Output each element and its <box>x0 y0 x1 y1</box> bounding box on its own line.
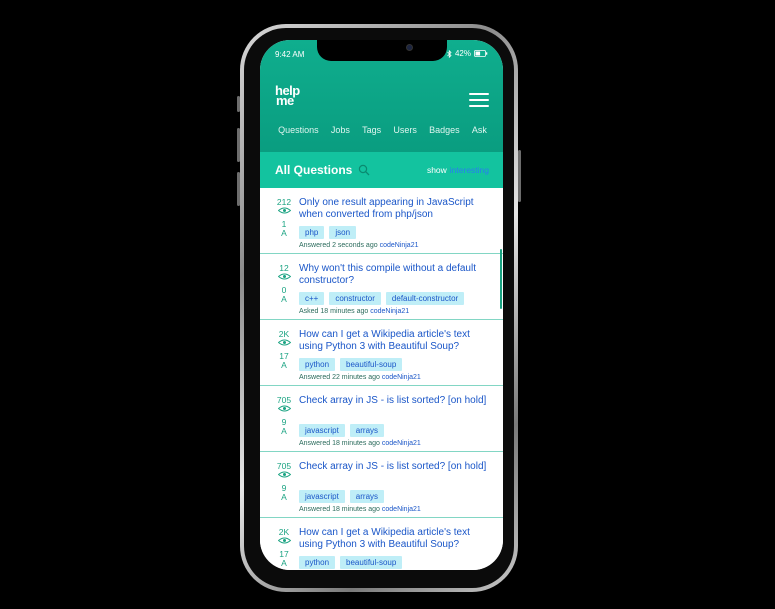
answer-label: A <box>281 426 287 436</box>
tag-cpp[interactable]: c++ <box>299 292 325 305</box>
section-title: All Questions <box>275 163 353 177</box>
meta-user-link[interactable]: codeNinja21 <box>382 506 421 513</box>
question-stats: 705 9 A <box>274 396 294 436</box>
nav-tags[interactable]: Tags <box>362 125 381 135</box>
view-count: 2K <box>278 527 290 537</box>
question-tags: python beautiful-soup <box>299 556 403 569</box>
search-icon[interactable] <box>358 164 370 176</box>
tag-json[interactable]: json <box>329 226 357 239</box>
answer-label: A <box>281 492 287 502</box>
question-item: 705 9 A Check array in JS - is list sort… <box>260 386 503 452</box>
nav-badges[interactable]: Badges <box>429 125 460 135</box>
tag-default-constructor[interactable]: default-constructor <box>385 292 465 305</box>
show-interesting-link[interactable]: interesting <box>450 165 489 175</box>
question-stats: 12 0 A <box>274 264 294 304</box>
tag-beautiful-soup[interactable]: beautiful-soup <box>340 358 403 371</box>
phone-screen: 9:42 AM 42% help me Questions Jobs Tags … <box>260 40 503 570</box>
main-nav: Questions Jobs Tags Users Badges Ask <box>260 125 503 135</box>
tag-php[interactable]: php <box>299 226 325 239</box>
view-count: 212 <box>276 197 292 207</box>
show-label: show <box>426 165 447 175</box>
answer-label: A <box>281 228 287 238</box>
question-meta: Asked 18 minutes ago codeNinja21 <box>299 308 409 315</box>
meta-user-link[interactable]: codeNinja21 <box>370 308 409 315</box>
battery-icon <box>474 50 488 57</box>
helpme-logo[interactable]: help me <box>275 84 300 107</box>
show-filter: show interesting <box>427 165 489 175</box>
question-meta: Answered 18 minutes ago codeNinja21 <box>299 506 421 513</box>
question-title[interactable]: How can I get a Wikipedia article's text… <box>299 527 495 551</box>
answer-label: A <box>281 360 287 370</box>
question-stats: 212 1 A <box>274 198 294 238</box>
question-stats: 2K 17 A <box>274 330 294 370</box>
question-title[interactable]: Check array in JS - is list sorted? [on … <box>299 395 495 407</box>
nav-questions[interactable]: Questions <box>278 125 319 135</box>
meta-action: Answered 2 seconds ago <box>299 242 378 249</box>
view-count: 2K <box>278 329 290 339</box>
meta-action: Asked 18 minutes ago <box>299 308 369 315</box>
eye-icon <box>277 537 291 544</box>
tag-beautiful-soup[interactable]: beautiful-soup <box>340 556 403 569</box>
status-time: 9:42 AM <box>275 50 305 59</box>
question-tags: javascript arrays <box>299 490 385 503</box>
question-item: 212 1 A Only one result appearing in Jav… <box>260 188 503 254</box>
eye-icon <box>277 339 291 346</box>
hamburger-icon[interactable] <box>469 93 489 107</box>
power-button <box>518 150 521 202</box>
question-item: 12 0 A Why won't this compile without a … <box>260 254 503 320</box>
question-tags: javascript arrays <box>299 424 385 437</box>
question-item: 2K 17 A How can I get a Wikipedia articl… <box>260 320 503 386</box>
view-count: 12 <box>279 263 289 273</box>
tag-constructor[interactable]: constructor <box>329 292 381 305</box>
meta-user-link[interactable]: codeNinja21 <box>382 440 421 447</box>
mute-switch <box>237 96 240 112</box>
eye-icon <box>277 273 291 280</box>
tag-python[interactable]: python <box>299 358 336 371</box>
view-count: 705 <box>276 461 292 471</box>
meta-user-link[interactable]: codeNinja21 <box>380 242 419 249</box>
meta-action: Answered 18 minutes ago <box>299 440 380 447</box>
view-count: 705 <box>276 395 292 405</box>
tag-javascript[interactable]: javascript <box>299 490 345 503</box>
question-meta: Answered 22 minutes ago codeNinja21 <box>299 374 421 381</box>
meta-user-link[interactable]: codeNinja21 <box>382 374 421 381</box>
question-tags: c++ constructor default-constructor <box>299 292 465 305</box>
battery-percent: 42% <box>454 49 471 58</box>
question-title[interactable]: Check array in JS - is list sorted? [on … <box>299 461 495 473</box>
question-item: 2K 17 A How can I get a Wikipedia articl… <box>260 518 503 570</box>
question-list: 212 1 A Only one result appearing in Jav… <box>260 188 503 570</box>
meta-action: Answered 18 minutes ago <box>299 506 380 513</box>
answer-label: A <box>281 558 287 568</box>
question-meta: Answered 18 minutes ago codeNinja21 <box>299 440 421 447</box>
tag-arrays[interactable]: arrays <box>349 424 385 437</box>
nav-users[interactable]: Users <box>393 125 417 135</box>
question-title[interactable]: Why won't this compile without a default… <box>299 263 495 287</box>
bluetooth-icon <box>447 49 452 58</box>
front-camera <box>406 44 413 51</box>
tag-javascript[interactable]: javascript <box>299 424 345 437</box>
tag-arrays[interactable]: arrays <box>349 490 385 503</box>
volume-up-button <box>237 128 240 162</box>
answer-label: A <box>281 294 287 304</box>
nav-jobs[interactable]: Jobs <box>331 125 350 135</box>
question-meta: Answered 2 seconds ago codeNinja21 <box>299 242 418 249</box>
meta-action: Answered 22 minutes ago <box>299 374 380 381</box>
nav-ask[interactable]: Ask <box>472 125 487 135</box>
question-tags: python beautiful-soup <box>299 358 403 371</box>
phone-notch <box>317 40 447 61</box>
eye-icon <box>277 207 291 214</box>
tag-python[interactable]: python <box>299 556 336 569</box>
question-stats: 2K 17 A <box>274 528 294 568</box>
eye-icon <box>277 405 291 412</box>
question-title[interactable]: How can I get a Wikipedia article's text… <box>299 329 495 353</box>
question-item: 705 9 A Check array in JS - is list sort… <box>260 452 503 518</box>
volume-down-button <box>237 172 240 206</box>
question-tags: php json <box>299 226 357 239</box>
question-title[interactable]: Only one result appearing in JavaScript … <box>299 197 495 221</box>
scrollbar[interactable] <box>500 249 502 309</box>
eye-icon <box>277 471 291 478</box>
question-stats: 705 9 A <box>274 462 294 502</box>
section-bar: All Questions show interesting <box>260 152 503 188</box>
